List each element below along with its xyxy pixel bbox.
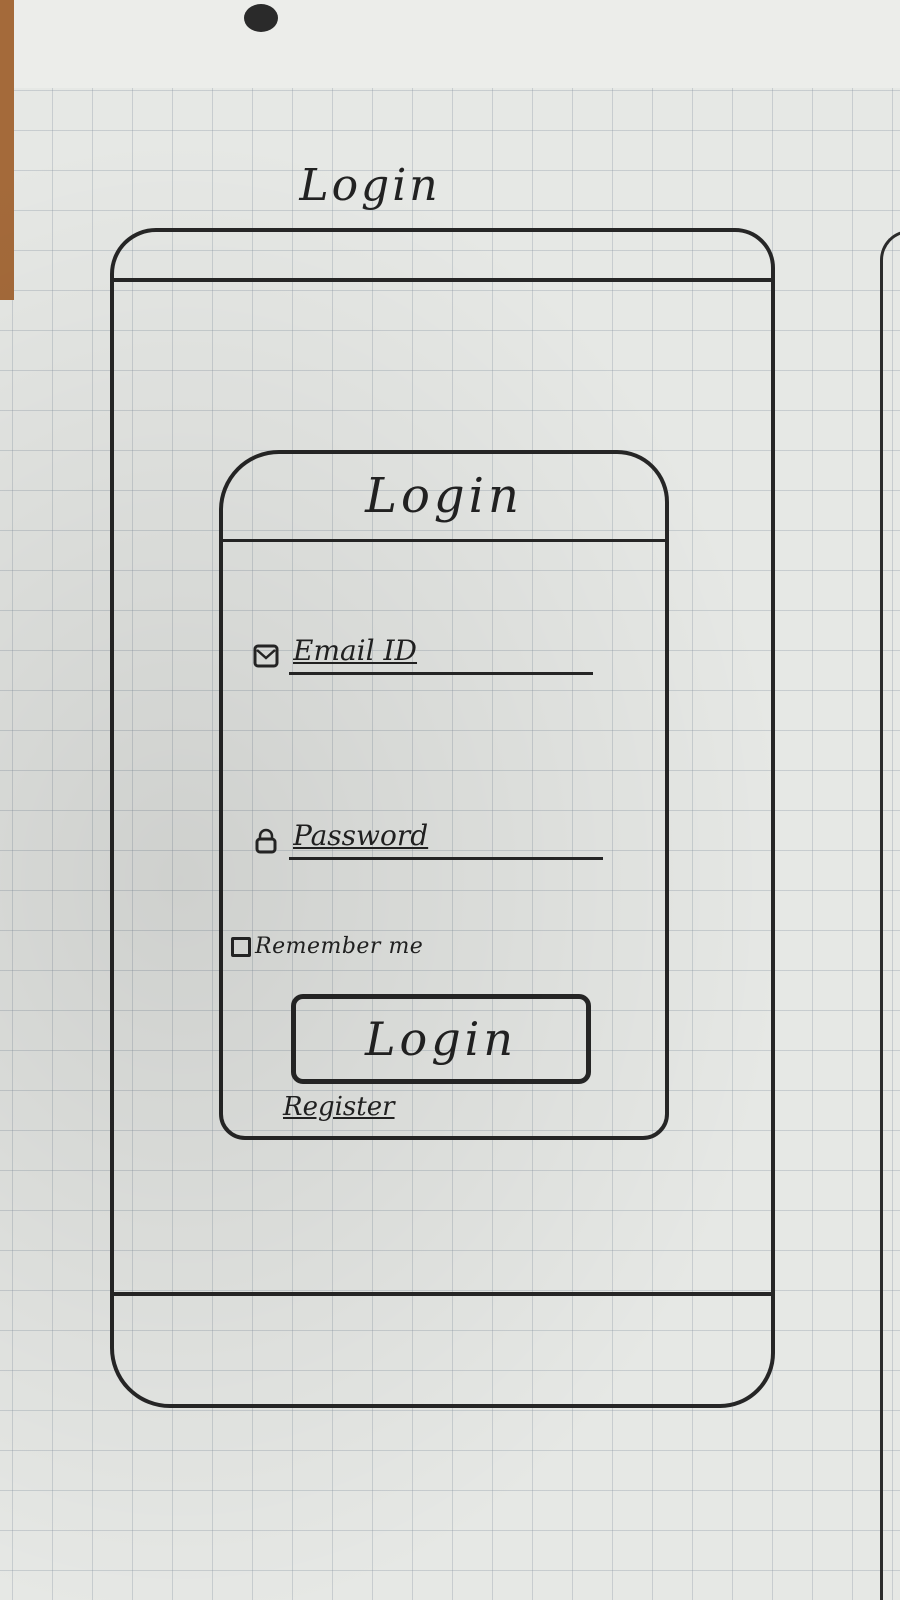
- paper-top-margin: [0, 0, 900, 88]
- login-card-header: Login: [223, 454, 665, 542]
- email-input[interactable]: [289, 630, 593, 670]
- lock-icon: [255, 828, 277, 854]
- phone-frame: Login Remember me Login: [110, 228, 775, 1408]
- login-card-title: Login: [365, 468, 523, 524]
- punch-hole: [244, 4, 278, 32]
- password-input[interactable]: [289, 815, 603, 855]
- password-input-underline: [289, 811, 603, 860]
- remember-me-checkbox[interactable]: [231, 936, 251, 957]
- password-field: [253, 814, 603, 860]
- login-button[interactable]: Login: [291, 994, 591, 1084]
- desk-edge: [0, 0, 14, 300]
- screen-caption: Login: [299, 160, 441, 211]
- envelope-icon: [253, 644, 279, 668]
- login-card: Login Remember me Login: [219, 450, 669, 1140]
- remember-me-label: Remember me: [255, 934, 424, 959]
- phone-status-bar: [114, 232, 771, 282]
- remember-me-row[interactable]: Remember me: [231, 934, 423, 959]
- adjacent-phone-frame-edge: [880, 230, 900, 1600]
- email-input-underline: [289, 626, 593, 675]
- phone-bottom-bar: [114, 1292, 771, 1404]
- register-link[interactable]: Register: [283, 1092, 395, 1122]
- email-field: [253, 629, 593, 675]
- login-button-label: Login: [364, 1012, 518, 1066]
